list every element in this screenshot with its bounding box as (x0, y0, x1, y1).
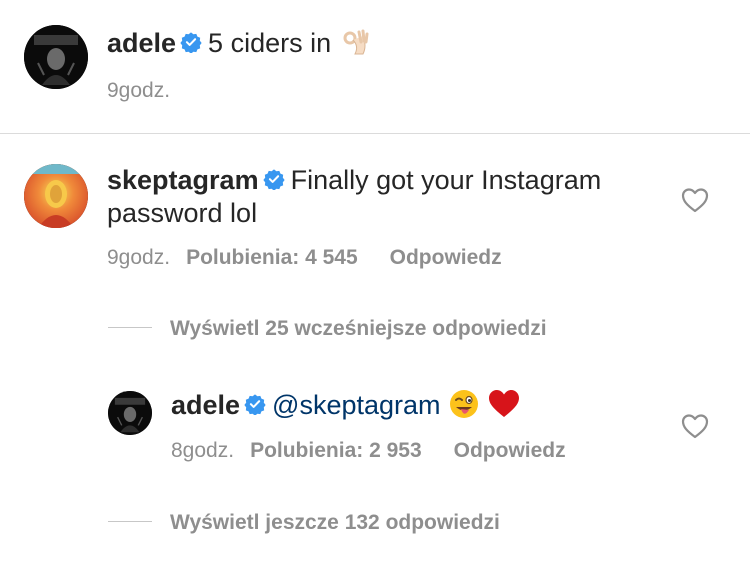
thread-line (108, 520, 152, 522)
comment-meta: 9godz. Polubienia: 4 545 Odpowiedz (107, 245, 502, 271)
adele-reply-avatar[interactable] (108, 391, 152, 435)
verified-badge-icon (180, 31, 202, 53)
reply-line: adele @skeptagram (171, 388, 520, 423)
view-more-replies-label: Wyświetl jeszcze 132 odpowiedzi (170, 511, 500, 534)
verified-badge-icon (262, 168, 285, 190)
reply-likes-link[interactable]: Polubienia: 2 953 (250, 439, 422, 462)
caption-text: 5 ciders in (208, 28, 332, 58)
skeptagram-avatar[interactable] (24, 164, 88, 228)
reply-mention-link[interactable]: @skeptagram (272, 390, 440, 420)
reply-reply-button[interactable]: Odpowiedz (454, 439, 566, 462)
comment-likes-link[interactable]: Polubienia: 4 545 (186, 246, 358, 269)
comment-time: 9godz. (107, 246, 171, 269)
adele-avatar[interactable] (24, 25, 88, 89)
thread-line (108, 326, 152, 328)
reply-like-heart-icon[interactable] (681, 413, 709, 439)
comment-line-1: skeptagram Finally got your Instagram (107, 163, 601, 197)
view-earlier-replies-label: Wyświetl 25 wcześniejsze odpowiedzi (170, 317, 547, 340)
red-heart-icon (488, 389, 520, 419)
comment-like-heart-icon[interactable] (681, 187, 709, 213)
comments-screen: adele 5 ciders in 9godz. skeptagram Fina… (0, 0, 750, 564)
comment-line-2: password lol (107, 196, 257, 230)
reply-username[interactable]: adele (171, 390, 240, 420)
caption-meta: 9godz. (107, 78, 186, 104)
view-more-replies-button[interactable]: Wyświetl jeszcze 132 odpowiedzi (108, 510, 500, 536)
comment-text-line-1: Finally got your Instagram (290, 165, 602, 195)
verified-badge-icon (244, 393, 266, 415)
comment-reply-button[interactable]: Odpowiedz (390, 246, 502, 269)
ok-hand-icon (339, 26, 371, 58)
reply-time: 8godz. (171, 439, 235, 462)
caption-username[interactable]: adele (107, 28, 176, 58)
caption-divider (0, 133, 750, 134)
winking-tongue-face-icon (448, 388, 480, 420)
reply-meta: 8godz. Polubienia: 2 953 Odpowiedz (171, 438, 566, 464)
caption-time: 9godz. (107, 79, 171, 102)
comment-text-line-2: password lol (107, 198, 258, 228)
comment-username[interactable]: skeptagram (107, 165, 259, 195)
view-earlier-replies-button[interactable]: Wyświetl 25 wcześniejsze odpowiedzi (108, 316, 547, 342)
caption-line: adele 5 ciders in (107, 26, 371, 61)
